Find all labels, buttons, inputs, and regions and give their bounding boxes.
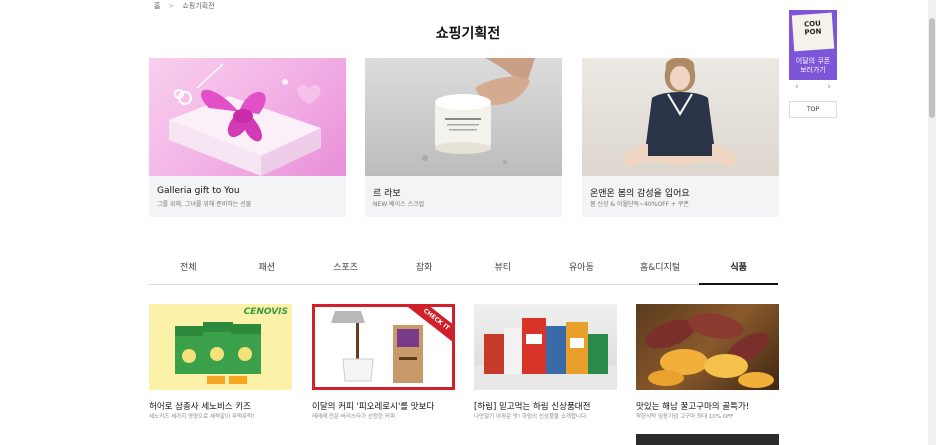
sweet-potato-illustration (645, 313, 774, 388)
next-product-image-edge (636, 434, 779, 445)
product-card-sweet-potato[interactable]: 맛있는 해남 꿀고구마의 골특가! 착한식탁 임동기념 고구마 최대 10% O… (636, 304, 779, 420)
breadcrumb: 홈 > 쇼핑기획전 (154, 1, 215, 11)
banner-card-onandon[interactable]: 온앤온 봄의 감성을 입어요 봄 신상 & 이월단독~40%OFF + 쿠폰 (582, 58, 779, 217)
coupon-card-graphic: COU PON (791, 12, 835, 52)
product-title: [하림] 믿고먹는 하림 신상품대전 (474, 402, 591, 412)
banner-image-gift-box (149, 58, 346, 176)
coupon-nav: ‹ › (789, 82, 837, 96)
coupon-banner[interactable]: COU PON 이달의 쿠폰 보러가기 (789, 10, 837, 80)
banner-title: Galleria gift to You (157, 186, 240, 196)
tab-food[interactable]: 식품 (699, 254, 778, 285)
model-illustration (622, 58, 738, 168)
product-subtitle: 착한식탁 임동기념 고구마 최대 10% OFF (636, 414, 734, 420)
product-title: 허어로 삼총사 세노비스 키즈 (149, 402, 251, 412)
tab-all[interactable]: 전체 (149, 254, 228, 284)
banner-subtitle: 그를 위해, 그녀를 위해 준비하는 선물 (157, 201, 252, 208)
product-title: 맛있는 해남 꿀고구마의 골특가! (636, 402, 750, 412)
banner-image-scrub-jar (365, 58, 562, 176)
category-tabs: 전체 패션 스포츠 잡화 뷰티 유아동 홈&디지털 식품 (149, 254, 778, 285)
banner-subtitle: NEW 베이스 스크럽 (373, 201, 425, 208)
page-scrollbar[interactable] (928, 0, 936, 445)
product-image-sweet-potato (636, 304, 779, 390)
banner-title: 온앤온 봄의 감성을 입어요 (590, 189, 690, 199)
breadcrumb-current: 쇼핑기획전 (182, 2, 215, 10)
gift-box-illustration (169, 63, 321, 176)
coupon-text-line2: 보러가기 (800, 66, 826, 74)
packaged-foods-illustration (474, 318, 617, 390)
coupon-text: 이달의 쿠폰 보러가기 (789, 57, 837, 75)
product-image-harim (474, 304, 617, 390)
product-title: 이달의 커피 '피오레로시'를 맛보다 (312, 402, 435, 412)
page-title-text: 쇼핑기획전 (435, 26, 501, 42)
product-card-coffee[interactable]: CHECK IT 이달의 커피 '피오레로시'를 맛보다 레레레 전문 바리스타… (312, 304, 455, 420)
banner-card-le-labo[interactable]: 르 라보 NEW 베이스 스크럽 (365, 58, 562, 217)
hand-holding-jar-illustration (422, 58, 535, 164)
breadcrumb-separator: > (168, 2, 175, 10)
cenovis-logo: CENOVIS (243, 307, 288, 317)
product-card-cenovis[interactable]: CENOVIS 허어로 삼총사 세노비스 키즈 세노키즈 세가지 영양으로 새싹… (149, 304, 292, 420)
tab-kids[interactable]: 유아동 (542, 254, 621, 284)
product-subtitle: 레레레 전문 바리스타가 선정한 커피 (312, 414, 395, 420)
scroll-top-button[interactable]: TOP (789, 101, 837, 118)
product-image-coffee: CHECK IT (312, 304, 455, 390)
coupon-logo-line2: PON (804, 27, 822, 37)
coupon-text-line1: 이달의 쿠폰 (795, 57, 831, 65)
chevron-right-icon[interactable]: › (827, 82, 831, 96)
scrollbar-thumb[interactable] (929, 18, 935, 118)
banner-card-gift[interactable]: Galleria gift to You 그를 위해, 그녀를 위해 준비하는 … (149, 58, 346, 217)
tab-home-digital[interactable]: 홈&디지털 (621, 254, 700, 284)
tab-sports[interactable]: 스포츠 (306, 254, 385, 284)
product-subtitle: 세노키즈 세가지 영양으로 새싹같이 무럭무럭! (149, 414, 255, 420)
tab-fashion[interactable]: 패션 (228, 254, 307, 284)
banner-subtitle: 봄 신상 & 이월단독~40%OFF + 쿠폰 (590, 201, 689, 208)
banner-image-model (582, 58, 779, 176)
banner-title: 르 라보 (373, 189, 401, 199)
chevron-left-icon[interactable]: ‹ (795, 82, 799, 96)
tab-beauty[interactable]: 뷰티 (464, 254, 543, 284)
product-subtitle: 나만알기 아까운 맛! 하림의 신상품을 소개합니다. (474, 414, 588, 420)
coupon-logo: COU PON (792, 19, 833, 38)
product-card-harim[interactable]: [하림] 믿고먹는 하림 신상품대전 나만알기 아까운 맛! 하림의 신상품을 … (474, 304, 617, 420)
tab-goods[interactable]: 잡화 (385, 254, 464, 284)
product-image-cenovis: CENOVIS (149, 304, 292, 390)
breadcrumb-home[interactable]: 홈 (154, 1, 160, 11)
